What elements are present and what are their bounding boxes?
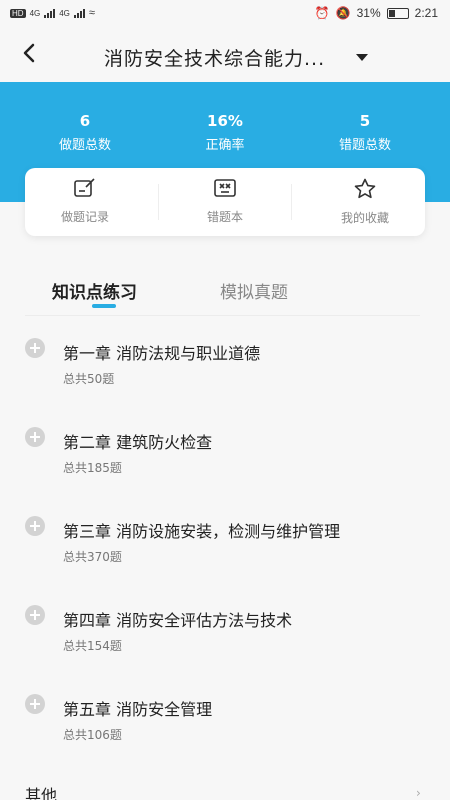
edit-note-icon bbox=[74, 178, 95, 197]
chevron-right-icon[interactable]: › bbox=[416, 786, 421, 800]
status-right: ⏰ 🔕 31% 2:21 bbox=[315, 6, 438, 20]
chapter-item[interactable]: 第三章 消防设施安装，检测与维护管理 总共370题 bbox=[0, 512, 450, 592]
wrong-book-icon bbox=[214, 179, 236, 197]
other-section-title[interactable]: 其他 bbox=[25, 782, 57, 800]
divider bbox=[158, 184, 159, 220]
wrong-book-button[interactable]: 错题本 bbox=[165, 178, 285, 225]
stat-accuracy-value: 16% bbox=[207, 112, 243, 130]
chevron-left-icon[interactable] bbox=[22, 42, 36, 68]
caret-down-icon[interactable] bbox=[356, 54, 368, 61]
favorites-label: 我的收藏 bbox=[340, 211, 389, 225]
chapter-count: 总共370题 bbox=[63, 550, 122, 564]
tab-indicator bbox=[92, 304, 116, 308]
nav-header: 消防安全技术综合能力... bbox=[0, 30, 450, 82]
stat-wrong-label: 错题总数 bbox=[338, 138, 391, 153]
stat-total-label: 做题总数 bbox=[58, 138, 111, 153]
stat-total-value: 6 bbox=[79, 112, 91, 130]
status-left: HD 4G 4G ≈ bbox=[10, 7, 95, 19]
chapter-count: 总共106题 bbox=[63, 728, 122, 742]
signal-icon-2 bbox=[73, 8, 85, 18]
mute-icon: 🔕 bbox=[335, 6, 351, 20]
chapter-count: 总共185题 bbox=[63, 461, 122, 475]
stat-total: 6 做题总数 bbox=[25, 112, 145, 153]
chapter-title: 第三章 消防设施安装，检测与维护管理 bbox=[63, 522, 341, 541]
stat-accuracy: 16% 正确率 bbox=[165, 112, 285, 153]
alarm-icon: ⏰ bbox=[314, 6, 330, 20]
divider bbox=[291, 184, 292, 220]
chapter-count: 总共154题 bbox=[63, 639, 122, 653]
tab-divider bbox=[25, 315, 420, 316]
chapter-title: 第五章 消防安全管理 bbox=[63, 700, 213, 719]
tab-mock-exam[interactable]: 模拟真题 bbox=[220, 278, 288, 303]
network-badge-1: 4G bbox=[29, 8, 41, 18]
chapter-title: 第四章 消防安全评估方法与技术 bbox=[63, 611, 293, 630]
battery-icon bbox=[386, 7, 409, 19]
signal-icon bbox=[44, 8, 56, 18]
record-label: 做题记录 bbox=[60, 210, 109, 224]
chapter-item[interactable]: 第五章 消防安全管理 总共106题 bbox=[0, 690, 450, 770]
battery-percent: 31% bbox=[356, 6, 381, 20]
wrong-book-label: 错题本 bbox=[206, 210, 243, 224]
expand-plus-icon[interactable] bbox=[25, 338, 45, 358]
tab-knowledge-practice[interactable]: 知识点练习 bbox=[52, 278, 137, 303]
expand-plus-icon[interactable] bbox=[25, 694, 45, 714]
shortcut-card: 做题记录 错题本 我的收藏 bbox=[25, 168, 425, 236]
network-badge-2: 4G bbox=[59, 8, 70, 18]
tab-bar: 知识点练习 模拟真题 bbox=[0, 276, 450, 316]
favorites-button[interactable]: 我的收藏 bbox=[305, 178, 425, 226]
stat-wrong: 5 错题总数 bbox=[305, 112, 425, 153]
star-icon bbox=[354, 178, 376, 199]
chapter-title: 第一章 消防法规与职业道德 bbox=[63, 344, 261, 363]
expand-plus-icon[interactable] bbox=[25, 427, 45, 447]
status-bar: HD 4G 4G ≈ ⏰ 🔕 31% 2:21 bbox=[0, 0, 450, 30]
chapter-item[interactable]: 第四章 消防安全评估方法与技术 总共154题 bbox=[0, 601, 450, 681]
chapter-item[interactable]: 第一章 消防法规与职业道德 总共50题 bbox=[0, 334, 450, 414]
stat-wrong-value: 5 bbox=[359, 112, 371, 130]
clock: 2:21 bbox=[414, 6, 438, 20]
hd-badge: HD bbox=[10, 8, 26, 18]
chapter-count: 总共50题 bbox=[63, 372, 115, 386]
page-title[interactable]: 消防安全技术综合能力... bbox=[104, 44, 325, 71]
chapter-title: 第二章 建筑防火检查 bbox=[63, 433, 213, 452]
record-button[interactable]: 做题记录 bbox=[25, 178, 145, 225]
expand-plus-icon[interactable] bbox=[25, 605, 45, 625]
stat-accuracy-label: 正确率 bbox=[205, 138, 245, 153]
expand-plus-icon[interactable] bbox=[25, 516, 45, 536]
wifi-icon: ≈ bbox=[88, 7, 95, 19]
chapter-item[interactable]: 第二章 建筑防火检查 总共185题 bbox=[0, 423, 450, 503]
